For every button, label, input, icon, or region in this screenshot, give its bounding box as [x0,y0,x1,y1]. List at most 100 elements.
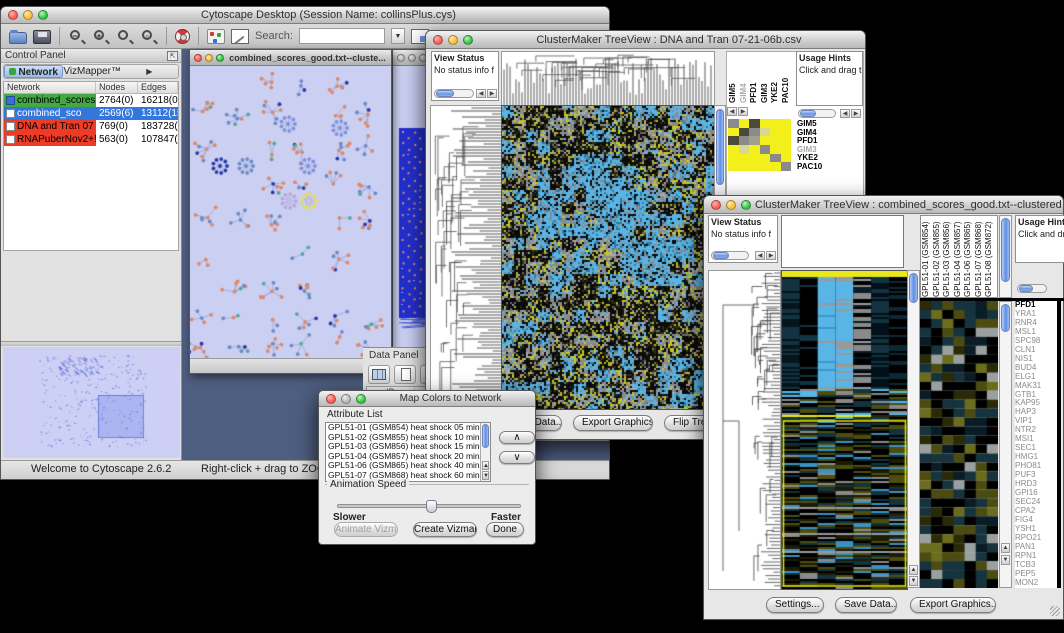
lifering-icon[interactable] [175,29,190,44]
zoom-button[interactable] [356,394,366,404]
similarity-heatmap[interactable] [501,105,715,410]
scroll-up-icon[interactable]: ▲ [482,461,489,470]
gene-label[interactable]: MSL1 [1015,328,1057,337]
heatmap-cell[interactable] [749,119,760,128]
gene-label[interactable]: PFD1 [797,137,831,146]
gene-label[interactable]: MON2 [1015,579,1057,588]
column-label[interactable]: GPL51-04 (GSM857) [953,218,964,297]
slider-thumb[interactable] [426,500,437,513]
float-panel-icon[interactable]: ⇱ [167,51,178,61]
gene-label[interactable]: GTB1 [1015,391,1057,400]
open-session-icon[interactable] [9,32,27,44]
scroll-down-icon[interactable]: ▼ [909,576,918,586]
gene-label[interactable]: YKE2 [797,154,831,163]
row-dendrogram[interactable] [708,270,781,590]
close-button[interactable] [194,54,202,62]
gene-label[interactable]: VIP1 [1015,417,1057,426]
row-dendrogram[interactable] [430,105,502,410]
heatmap-cell[interactable] [781,119,792,128]
view-status-scrollbar[interactable] [711,251,749,260]
zoom-button[interactable] [741,200,751,210]
gene-label[interactable]: NTR2 [1015,426,1057,435]
gene-label[interactable]: PAN1 [1015,543,1057,552]
gene-label[interactable]: MAK31 [1015,382,1057,391]
more-tabs-arrow[interactable]: ▶ [121,65,178,78]
settings--button[interactable]: Settings... [766,597,824,613]
gene-label[interactable]: RNR4 [1015,319,1057,328]
column-label[interactable]: YKE2 [770,52,781,103]
network-window-a-scrollbar[interactable] [190,358,391,373]
gene-label[interactable]: HRD3 [1015,480,1057,489]
scroll-right-icon[interactable]: ▶ [487,89,497,98]
scroll-right-icon[interactable]: ▶ [851,109,861,118]
dialog-titlebar[interactable]: Map Colors to Network [319,391,535,407]
gene-label[interactable]: GPI16 [1015,489,1057,498]
gene-label[interactable]: CLN1 [1015,346,1057,355]
close-button[interactable] [8,10,18,20]
heatmap-cell[interactable] [770,128,781,137]
scroll-right-icon[interactable]: ▶ [766,251,776,260]
heatmap-cell[interactable] [728,119,739,128]
gene-label[interactable]: NIS1 [1015,355,1057,364]
attribute-list-item[interactable]: GPL51-06 (GSM865) heat shock 40 min [326,461,490,471]
heatmap-cell[interactable] [760,128,771,137]
gene-label[interactable]: CPA2 [1015,507,1057,516]
attribute-list-item[interactable]: GPL51-01 (GSM854) heat shock 05 min [326,423,490,433]
column-labels-scrollbar[interactable] [999,215,1012,298]
gene-label[interactable]: HAP3 [1015,408,1057,417]
heatmap-cell[interactable] [760,162,771,171]
panel-splitter[interactable] [1,341,181,346]
tab-vizmapper[interactable]: VizMapper™ [63,65,120,78]
create-vizmap-button[interactable]: Create Vizmap [413,522,477,537]
save-session-icon[interactable] [33,30,51,44]
column-label[interactable]: GPL51-01 (GSM854) [921,218,932,297]
heatmap-cell[interactable] [781,154,792,163]
move-down-button[interactable]: ∨ [499,451,535,464]
gene-label[interactable]: SEC1 [1015,444,1057,453]
attribute-list-item[interactable]: GPL51-04 (GSM857) heat shock 20 min [326,452,490,462]
export-graphics--button[interactable]: Export Graphics... [910,597,996,613]
minimize-button[interactable] [726,200,736,210]
new-document-icon[interactable] [394,365,416,384]
heatmap-cell[interactable] [781,162,792,171]
network-window-a[interactable]: combined_scores_good.txt--cluste... [189,49,392,374]
heatmap-cell[interactable] [770,119,781,128]
network-window-a-titlebar[interactable]: combined_scores_good.txt--cluste... [190,50,391,66]
gene-label[interactable]: GIM4 [797,129,831,138]
close-button[interactable] [433,35,443,45]
gene-label[interactable]: MSI1 [1015,435,1057,444]
gene-label[interactable]: PUF3 [1015,471,1057,480]
view-status-scrollbar[interactable] [434,89,474,98]
close-button[interactable] [711,200,721,210]
gene-label[interactable]: RPO21 [1015,534,1057,543]
tab-network[interactable]: Network [4,65,63,78]
cluster-mini-heatmap[interactable] [728,119,791,171]
scroll-up-icon[interactable]: ▲ [909,565,918,575]
heatmap-cell[interactable] [770,162,781,171]
heatmap-cell[interactable] [728,136,739,145]
minimize-button[interactable] [341,394,351,404]
heatmap-cell[interactable] [739,119,750,128]
network-list-row[interactable]: DNA and Tran 07769(0)183728(0) [4,120,178,133]
heatmap-cell[interactable] [728,154,739,163]
network-list-row[interactable]: combined_sco2569(6)13112(15) [4,107,178,120]
search-dropdown-arrow[interactable]: ▼ [391,28,405,44]
table-icon[interactable] [368,365,390,384]
column-label[interactable]: PFD1 [749,52,760,103]
network-overview[interactable] [3,347,180,458]
column-label[interactable]: GIM3 [760,52,771,103]
gene-label[interactable]: PAC10 [797,163,831,172]
close-button[interactable] [326,394,336,404]
heatmap-cell[interactable] [739,154,750,163]
heatmap-cell[interactable] [760,136,771,145]
column-label[interactable]: GIM5 [728,52,739,103]
gene-label[interactable]: FIG4 [1015,516,1057,525]
column-label[interactable]: GIM4 [739,52,750,103]
minimize-button[interactable] [408,54,416,62]
column-dendrogram[interactable] [501,51,715,106]
move-up-button[interactable]: ∧ [499,431,535,444]
treeview-b-titlebar[interactable]: ClusterMaker TreeView : combined_scores_… [704,196,1063,214]
attribute-list-item[interactable]: GPL51-02 (GSM855) heat shock 10 min [326,433,490,443]
column-label[interactable]: GPL51-06 (GSM865) [963,218,974,297]
expression-heatmap[interactable] [781,270,908,590]
